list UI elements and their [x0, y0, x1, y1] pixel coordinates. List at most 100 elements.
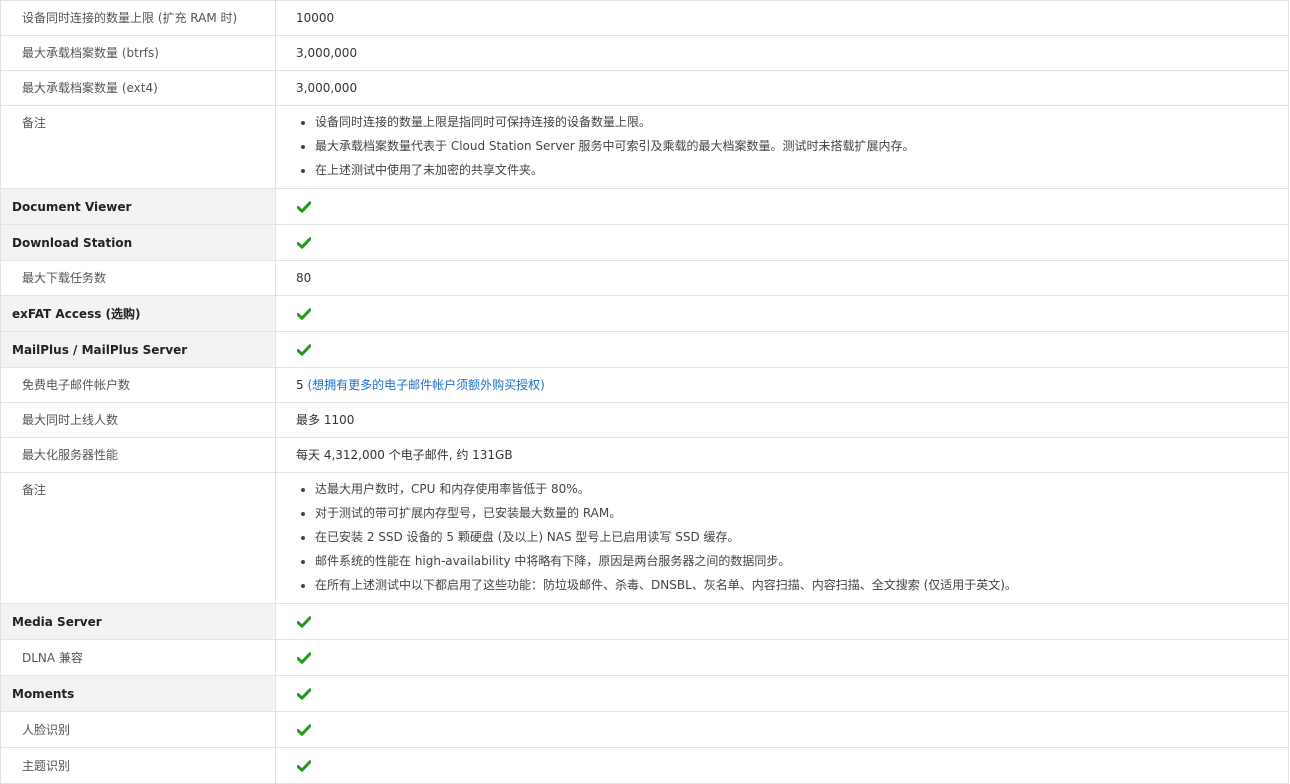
row-value-cell: 达最大用户数时，CPU 和内存使用率皆低于 80%。 对于测试的带可扩展内存型号…	[275, 472, 1289, 604]
table-row: MailPlus / MailPlus Server	[0, 331, 1289, 368]
notes-list: 达最大用户数时，CPU 和内存使用率皆低于 80%。 对于测试的带可扩展内存型号…	[276, 473, 1288, 594]
row-value-cell: 5 (想拥有更多的电子邮件帐户须额外购买授权)	[275, 367, 1289, 403]
row-value: 80	[296, 271, 312, 285]
row-label-cell: 免费电子邮件帐户数	[0, 367, 276, 403]
table-row: 备注 达最大用户数时，CPU 和内存使用率皆低于 80%。 对于测试的带可扩展内…	[0, 472, 1289, 604]
row-label: 最大化服务器性能	[22, 448, 119, 462]
row-label-cell: 最大承载档案数量 (ext4)	[0, 70, 276, 106]
note-item: 设备同时连接的数量上限是指同时可保持连接的设备数量上限。	[315, 113, 1288, 131]
row-value: 3,000,000	[296, 81, 358, 95]
row-value-cell: 80	[275, 260, 1289, 296]
row-value-cell: 3,000,000	[275, 35, 1289, 71]
check-icon	[297, 652, 311, 664]
row-label: DLNA 兼容	[22, 650, 83, 665]
row-label-cell: Media Server	[0, 603, 276, 640]
row-label: 备注	[22, 483, 47, 497]
check-icon	[297, 308, 311, 320]
row-value-cell: 3,000,000	[275, 70, 1289, 106]
table-row: 最大承载档案数量 (ext4) 3,000,000	[0, 70, 1289, 106]
row-label-cell: 备注	[0, 105, 276, 189]
table-row: 最大化服务器性能 每天 4,312,000 个电子邮件, 约 131GB	[0, 437, 1289, 473]
table-row: 设备同时连接的数量上限 (扩充 RAM 时) 10000	[0, 0, 1289, 36]
row-label-cell: Document Viewer	[0, 188, 276, 225]
row-label-cell: exFAT Access (选购)	[0, 295, 276, 332]
row-label: Download Station	[12, 235, 133, 250]
check-icon	[297, 688, 311, 700]
email-account-count: 5	[296, 378, 304, 392]
row-label: 最大承载档案数量 (ext4)	[22, 81, 158, 95]
row-label: MailPlus / MailPlus Server	[12, 342, 188, 357]
table-row: Media Server	[0, 603, 1289, 640]
table-row: 最大承载档案数量 (btrfs) 3,000,000	[0, 35, 1289, 71]
row-label: exFAT Access (选购)	[12, 306, 141, 321]
row-value: 5 (想拥有更多的电子邮件帐户须额外购买授权)	[276, 376, 1288, 394]
row-label: Media Server	[12, 614, 102, 629]
row-label-cell: DLNA 兼容	[0, 639, 276, 676]
row-label: 备注	[22, 116, 47, 130]
row-value-cell	[275, 188, 1289, 225]
row-label-cell: 备注	[0, 472, 276, 604]
note-item: 在上述测试中使用了未加密的共享文件夹。	[315, 161, 1288, 179]
table-row: 免费电子邮件帐户数 5 (想拥有更多的电子邮件帐户须额外购买授权)	[0, 367, 1289, 403]
purchase-license-link[interactable]: (想拥有更多的电子邮件帐户须额外购买授权)	[307, 378, 544, 392]
row-value-cell: 10000	[275, 0, 1289, 36]
row-label: Document Viewer	[12, 199, 132, 214]
table-row: 最大同时上线人数 最多 1100	[0, 402, 1289, 438]
row-label: 最大承载档案数量 (btrfs)	[22, 46, 159, 60]
note-item: 对于测试的带可扩展内存型号，已安装最大数量的 RAM。	[315, 504, 1288, 522]
check-icon	[297, 201, 311, 213]
row-label-cell: Moments	[0, 675, 276, 712]
table-row: 备注 设备同时连接的数量上限是指同时可保持连接的设备数量上限。 最大承载档案数量…	[0, 105, 1289, 189]
note-item: 达最大用户数时，CPU 和内存使用率皆低于 80%。	[315, 480, 1288, 498]
table-row: 主题识别	[0, 747, 1289, 784]
table-row: DLNA 兼容	[0, 639, 1289, 676]
table-row: Document Viewer	[0, 188, 1289, 225]
row-label: 最大同时上线人数	[22, 413, 119, 427]
row-label-cell: Download Station	[0, 224, 276, 261]
row-value-cell: 最多 1100	[275, 402, 1289, 438]
row-value-cell	[275, 295, 1289, 332]
check-icon	[297, 237, 311, 249]
row-value-cell: 设备同时连接的数量上限是指同时可保持连接的设备数量上限。 最大承载档案数量代表于…	[275, 105, 1289, 189]
row-value-cell	[275, 747, 1289, 784]
row-value: 每天 4,312,000 个电子邮件, 约 131GB	[296, 448, 513, 462]
table-row: 人脸识别	[0, 711, 1289, 748]
row-value-cell	[275, 639, 1289, 676]
row-label-cell: 最大化服务器性能	[0, 437, 276, 473]
row-label-cell: 设备同时连接的数量上限 (扩充 RAM 时)	[0, 0, 276, 36]
table-row: Download Station	[0, 224, 1289, 261]
table-row: 最大下载任务数 80	[0, 260, 1289, 296]
notes-list: 设备同时连接的数量上限是指同时可保持连接的设备数量上限。 最大承载档案数量代表于…	[276, 106, 1288, 179]
row-label: 设备同时连接的数量上限 (扩充 RAM 时)	[22, 11, 238, 25]
row-label: 主题识别	[22, 758, 71, 773]
row-label-cell: 最大承载档案数量 (btrfs)	[0, 35, 276, 71]
row-value: 10000	[296, 11, 335, 25]
check-icon	[297, 724, 311, 736]
note-item: 在已安装 2 SSD 设备的 5 颗硬盘 (及以上) NAS 型号上已启用读写 …	[315, 528, 1288, 546]
check-icon	[297, 616, 311, 628]
row-label: 人脸识别	[22, 722, 71, 737]
check-icon	[297, 344, 311, 356]
note-item: 最大承载档案数量代表于 Cloud Station Server 服务中可索引及…	[315, 137, 1288, 155]
row-value-cell	[275, 331, 1289, 368]
row-label-cell: 最大下载任务数	[0, 260, 276, 296]
row-label-cell: 主题识别	[0, 747, 276, 784]
row-value-cell: 每天 4,312,000 个电子邮件, 约 131GB	[275, 437, 1289, 473]
row-label-cell: 人脸识别	[0, 711, 276, 748]
note-item: 在所有上述测试中以下都启用了这些功能：防垃圾邮件、杀毒、DNSBL、灰名单、内容…	[315, 576, 1288, 594]
row-value: 最多 1100	[296, 413, 355, 427]
row-label: 最大下载任务数	[22, 271, 107, 285]
table-row: Moments	[0, 675, 1289, 712]
row-label-cell: 最大同时上线人数	[0, 402, 276, 438]
row-label-cell: MailPlus / MailPlus Server	[0, 331, 276, 368]
row-value-cell	[275, 224, 1289, 261]
row-value-cell	[275, 603, 1289, 640]
check-icon	[297, 760, 311, 772]
note-item: 邮件系统的性能在 high-availability 中将略有下降，原因是两台服…	[315, 552, 1288, 570]
row-label: Moments	[12, 686, 75, 701]
row-value: 3,000,000	[296, 46, 358, 60]
row-value-cell	[275, 711, 1289, 748]
row-label: 免费电子邮件帐户数	[22, 378, 131, 392]
table-row: exFAT Access (选购)	[0, 295, 1289, 332]
spec-table: 设备同时连接的数量上限 (扩充 RAM 时) 10000 最大承载档案数量 (b…	[0, 0, 1289, 784]
